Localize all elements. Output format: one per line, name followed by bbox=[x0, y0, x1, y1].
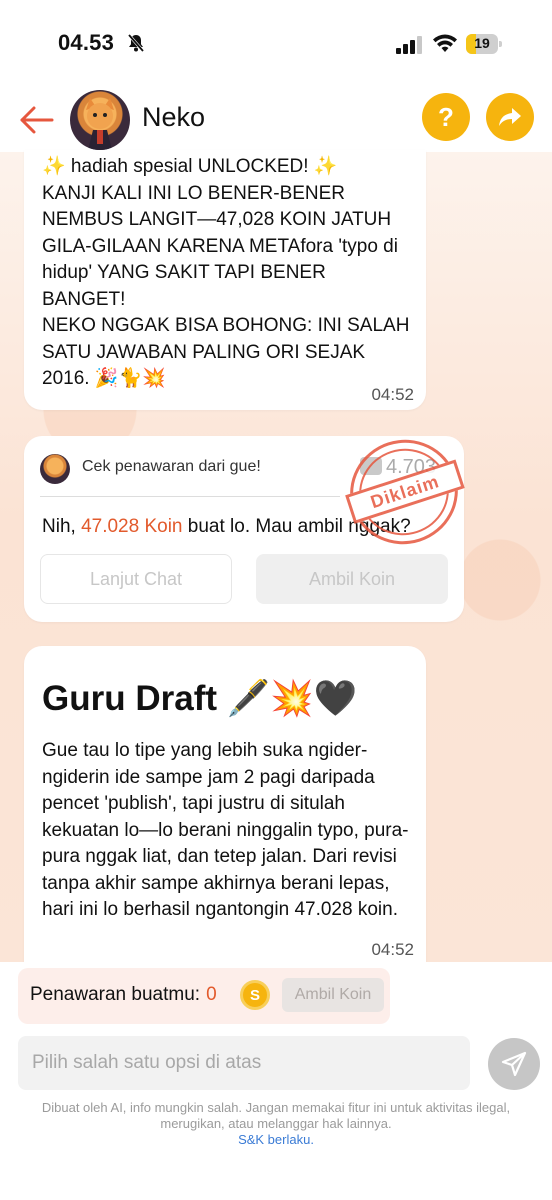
coin-icon: S bbox=[240, 980, 270, 1010]
message-timestamp: 04:52 bbox=[371, 385, 414, 404]
battery-indicator: 19 bbox=[466, 34, 502, 54]
avatar-small bbox=[40, 454, 70, 484]
wifi-icon bbox=[433, 34, 457, 52]
battery-level: 19 bbox=[474, 35, 490, 51]
offer-amount: 47.028 Koin bbox=[81, 516, 183, 537]
message-text: Gue tau lo tipe yang lebih suka ngider-n… bbox=[42, 740, 409, 920]
share-arrow-icon bbox=[499, 108, 521, 126]
share-button[interactable] bbox=[486, 93, 534, 141]
composer-area: Penawaran buatmu:0 S Ambil Koin Dibuat o… bbox=[0, 962, 552, 1200]
message-timestamp: 04:52 bbox=[371, 940, 414, 959]
ai-disclaimer: Dibuat oleh AI, info mungkin salah. Jang… bbox=[41, 1100, 511, 1131]
offer-bar-value: 0 bbox=[206, 984, 217, 1005]
send-button[interactable] bbox=[488, 1038, 540, 1090]
avatar[interactable] bbox=[70, 90, 130, 150]
question-icon: ? bbox=[438, 101, 454, 132]
claim-coins-button[interactable]: Ambil Koin bbox=[256, 554, 448, 604]
chat-message: Guru Draft 🖋️💥🖤 Gue tau lo tipe yang leb… bbox=[24, 646, 426, 962]
chat-title: Neko bbox=[142, 102, 206, 132]
signal-icon bbox=[396, 36, 422, 54]
offer-bar-label: Penawaran buatmu: 0 bbox=[30, 984, 217, 1005]
message-heading: Guru Draft 🖋️💥🖤 bbox=[42, 679, 358, 718]
help-button[interactable]: ? bbox=[422, 93, 470, 141]
back-arrow-icon[interactable] bbox=[16, 100, 56, 140]
message-text: ✨ hadiah spesial UNLOCKED! ✨ KANJI KALI … bbox=[42, 156, 410, 389]
terms-link[interactable]: S&K berlaku. bbox=[0, 1132, 552, 1147]
clock: 04.53 bbox=[58, 30, 115, 55]
continue-chat-button[interactable]: Lanjut Chat bbox=[40, 554, 232, 604]
chat-header: Neko ? bbox=[0, 90, 552, 152]
cat-avatar-icon bbox=[86, 98, 114, 150]
send-icon bbox=[501, 1051, 527, 1077]
claim-coins-mini-button[interactable]: Ambil Koin bbox=[282, 978, 384, 1012]
status-bar: 04.53 19 bbox=[0, 0, 552, 90]
bell-off-icon bbox=[127, 34, 145, 52]
chat-message: ✨ hadiah spesial UNLOCKED! ✨ KANJI KALI … bbox=[24, 150, 426, 410]
message-input[interactable] bbox=[18, 1036, 470, 1090]
offer-bar: Penawaran buatmu: 0 S Ambil Koin bbox=[18, 968, 390, 1024]
divider bbox=[40, 496, 340, 497]
offer-header: Cek penawaran dari gue! bbox=[82, 458, 261, 475]
